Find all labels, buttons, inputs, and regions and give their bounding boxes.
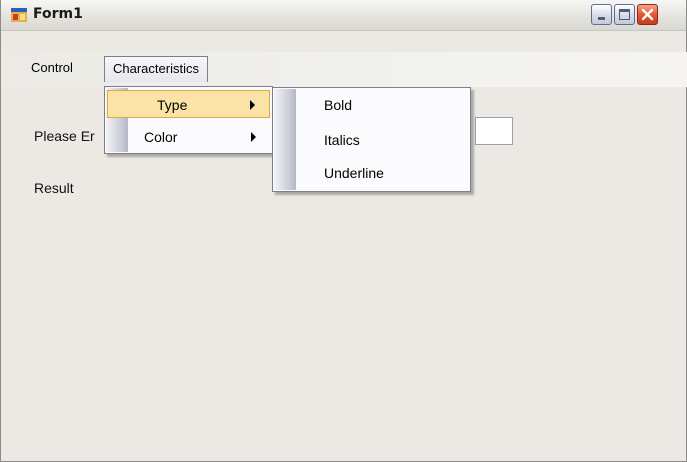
menu-item-bold[interactable]: Bold xyxy=(275,91,468,119)
close-icon xyxy=(641,8,654,21)
window-title: Form1 xyxy=(33,6,83,22)
maximize-icon xyxy=(619,9,630,20)
minimize-button[interactable] xyxy=(591,4,612,25)
result-label: Result xyxy=(34,180,74,196)
close-button[interactable] xyxy=(637,4,658,25)
minimize-icon xyxy=(598,17,605,20)
submenu-arrow-icon xyxy=(250,100,255,110)
menu-item-underline[interactable]: Underline xyxy=(275,159,468,187)
menu-item-type-label: Type xyxy=(157,97,188,113)
submenu-arrow-icon xyxy=(251,132,256,142)
menu-item-type[interactable]: Type xyxy=(107,90,270,118)
form1-window: Form1 Control Characteristics Please Er … xyxy=(0,0,687,462)
menu-item-color-label: Color xyxy=(144,129,178,145)
title-bar[interactable]: Form1 xyxy=(1,0,686,31)
menu-item-bold-label: Bold xyxy=(324,97,353,113)
menu-item-italics[interactable]: Italics xyxy=(275,126,468,154)
menu-characteristics[interactable]: Characteristics xyxy=(104,56,208,82)
type-submenu: Bold Italics Underline xyxy=(272,87,471,192)
menu-item-italics-label: Italics xyxy=(324,132,360,148)
menu-item-underline-label: Underline xyxy=(324,165,384,181)
please-enter-label: Please Er xyxy=(34,128,95,144)
maximize-button[interactable] xyxy=(614,4,635,25)
characteristics-dropdown: Type Color xyxy=(104,86,273,154)
form-window-icon xyxy=(11,8,27,22)
input-textbox[interactable] xyxy=(475,117,513,145)
menu-control[interactable]: Control xyxy=(23,56,81,82)
menu-item-color[interactable]: Color xyxy=(107,123,270,151)
